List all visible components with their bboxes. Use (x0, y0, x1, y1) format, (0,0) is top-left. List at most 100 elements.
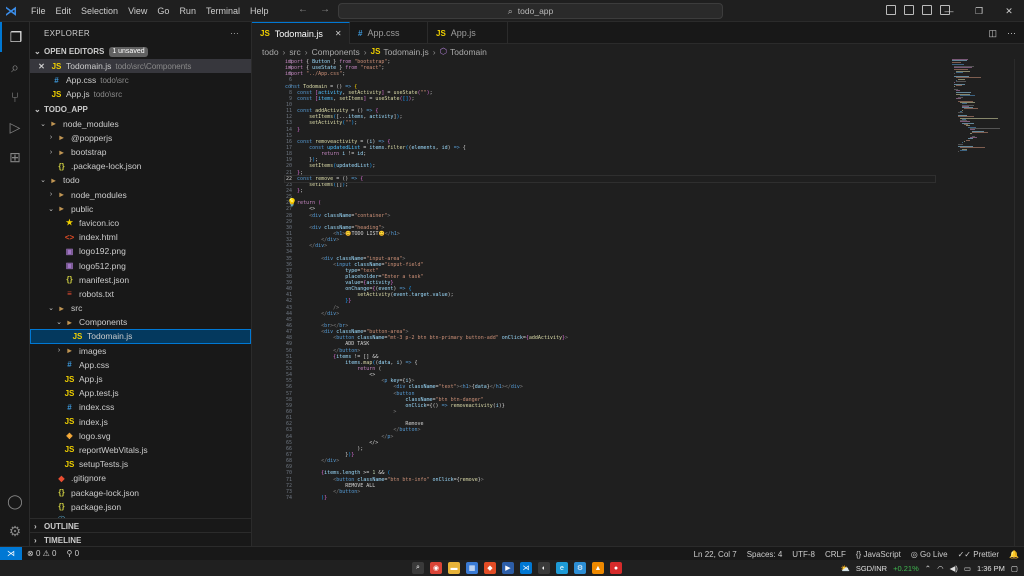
toggle-secondary-sidebar-icon[interactable] (922, 5, 932, 15)
extensions-icon[interactable]: ⊞ (0, 142, 30, 172)
encoding[interactable]: UTF-8 (787, 550, 820, 559)
open-editor-item[interactable]: # App.css todo\src (30, 73, 251, 87)
vertical-scrollbar[interactable] (1014, 59, 1024, 546)
volume-icon[interactable]: ◀) (950, 564, 958, 573)
tree-item[interactable]: ⌄ ▸ public (30, 202, 251, 216)
tree-item[interactable]: ▣ logo192.png (30, 244, 251, 258)
battery-icon[interactable]: ▭ (964, 564, 971, 573)
app-icon[interactable]: ● (610, 562, 622, 574)
tree-item[interactable]: ⌄ ▸ node_modules (30, 117, 251, 131)
tree-item[interactable]: {} package.json (30, 500, 251, 514)
menu-selection[interactable]: Selection (76, 0, 123, 22)
tree-item[interactable]: ▣ logo512.png (30, 258, 251, 272)
run-debug-icon[interactable]: ▷ (0, 112, 30, 142)
edge-app-icon[interactable]: e (556, 562, 568, 574)
wifi-icon[interactable]: ◠ (937, 564, 944, 573)
tree-item[interactable]: JS App.test.js (30, 386, 251, 400)
close-tab-icon[interactable]: ✕ (335, 29, 342, 38)
timeline-header[interactable]: › TIMELINE (30, 533, 251, 546)
tab-todomain-js[interactable]: JS Todomain.js ✕ (252, 22, 350, 44)
clock[interactable]: 1:36 PM (977, 564, 1005, 573)
menu-file[interactable]: File (26, 0, 51, 22)
tree-item[interactable]: {} manifest.json (30, 273, 251, 287)
breadcrumb-src[interactable]: src (289, 47, 300, 57)
store-app-icon[interactable]: ▦ (466, 562, 478, 574)
tree-item[interactable]: {} package-lock.json (30, 485, 251, 499)
remote-indicator-icon[interactable]: ⋊ (0, 546, 22, 561)
project-header[interactable]: ⌄ TODO_APP (30, 102, 251, 117)
stock-widget-icon[interactable]: ⛅ (841, 564, 850, 573)
more-actions-icon[interactable]: ··· (1007, 28, 1016, 39)
tree-item[interactable]: {} .package-lock.json (30, 159, 251, 173)
breadcrumb-components[interactable]: Components (312, 47, 360, 57)
tree-item[interactable]: ◆ .gitignore (30, 471, 251, 485)
tree-item[interactable]: # index.css (30, 400, 251, 414)
indentation[interactable]: Spaces: 4 (742, 550, 788, 559)
breadcrumb-file[interactable]: Todomain.js (383, 47, 428, 57)
tree-item[interactable]: ◈ logo.svg (30, 429, 251, 443)
prettier-status[interactable]: ✓✓ Prettier (953, 550, 1004, 559)
terminal-app-icon[interactable]: ▶ (502, 562, 514, 574)
tree-item[interactable]: ★ favicon.ico (30, 216, 251, 230)
chrome-app-icon[interactable]: ◉ (430, 562, 442, 574)
vscode-app-icon[interactable]: ⋊ (520, 562, 532, 574)
tree-item[interactable]: JS Todomain.js (30, 329, 251, 344)
back-arrow-icon[interactable]: ← (298, 4, 308, 15)
tree-item[interactable]: JS reportWebVitals.js (30, 443, 251, 457)
tab-app-js[interactable]: JS App.js (428, 22, 508, 44)
breadcrumb-todo[interactable]: todo (262, 47, 279, 57)
notifications-bell-icon[interactable]: 🔔 (1004, 550, 1024, 559)
breadcrumb-symbol[interactable]: Todomain (450, 47, 487, 57)
search-view-icon[interactable]: ⌕ (0, 52, 30, 82)
tree-item[interactable]: <> index.html (30, 230, 251, 244)
manage-gear-icon[interactable]: ⚙ (0, 516, 30, 546)
toggle-primary-sidebar-icon[interactable] (886, 5, 896, 15)
tree-item[interactable]: › ▸ node_modules (30, 188, 251, 202)
tree-item[interactable]: JS setupTests.js (30, 457, 251, 471)
command-center-search[interactable]: ⌕ todo_app (338, 3, 723, 19)
open-editor-item[interactable]: JS App.js todo\src (30, 87, 251, 101)
menu-edit[interactable]: Edit (51, 0, 77, 22)
tab-app-css[interactable]: # App.css (350, 22, 428, 44)
tree-item[interactable]: ⌄ ▸ src (30, 301, 251, 315)
close-window-button[interactable]: ✕ (994, 0, 1024, 22)
tree-item[interactable]: › ▸ images (30, 344, 251, 358)
menu-run[interactable]: Run (174, 0, 201, 22)
language-mode[interactable]: {} JavaScript (851, 550, 906, 559)
minimize-button[interactable]: — (934, 0, 964, 22)
app-icon[interactable]: ◐ (538, 562, 550, 574)
open-editor-item[interactable]: ✕ JS Todomain.js todo\src\Components (30, 59, 251, 74)
code-editor[interactable]: 3 4 5 6 7 8 9 10 11 12 13 14 15 16 17 18 19 20 21 22 23 24 25 2… (252, 59, 1024, 546)
tree-item[interactable]: ≡ robots.txt (30, 287, 251, 301)
tree-item[interactable]: › ▸ @popperjs (30, 131, 251, 145)
explorer-icon[interactable]: ❐ (0, 22, 30, 52)
ports-indicator[interactable]: ⚲ 0 (61, 549, 84, 558)
toggle-panel-icon[interactable] (904, 5, 914, 15)
file-explorer-app-icon[interactable]: ▬ (448, 562, 460, 574)
tree-item[interactable]: ⌄ ▸ todo (30, 173, 251, 187)
split-editor-icon[interactable]: ◫ (988, 28, 997, 39)
tree-item[interactable]: ⌄ ▸ Components (30, 315, 251, 329)
code-line[interactable]: )} (285, 495, 945, 501)
settings-app-icon[interactable]: ⚙ (574, 562, 586, 574)
menu-go[interactable]: Go (152, 0, 174, 22)
cursor-position[interactable]: Ln 22, Col 7 (689, 550, 742, 559)
ticker-label[interactable]: SGD/INR (856, 564, 887, 573)
minimap[interactable] (952, 59, 1012, 153)
source-control-icon[interactable]: ⑂ (0, 82, 30, 112)
search-app-icon[interactable]: ⌕ (412, 562, 424, 574)
code-lines[interactable]: import { Button } from "bootstrap"; impor… (284, 59, 945, 501)
menu-terminal[interactable]: Terminal (201, 0, 245, 22)
tree-item[interactable]: JS index.js (30, 415, 251, 429)
account-icon[interactable]: ◯ (0, 486, 30, 516)
chevron-up-icon[interactable]: ⌃ (925, 564, 931, 573)
tree-item[interactable]: JS App.js (30, 372, 251, 386)
notifications-icon[interactable]: ▢ (1011, 564, 1018, 573)
forward-arrow-icon[interactable]: → (320, 4, 330, 15)
go-live-button[interactable]: ◎ Go Live (906, 550, 953, 559)
more-actions-icon[interactable]: ··· (230, 29, 239, 38)
menu-help[interactable]: Help (245, 0, 274, 22)
tree-item[interactable]: # App.css (30, 358, 251, 372)
menu-view[interactable]: View (123, 0, 152, 22)
problems-indicator[interactable]: ⊗ 0 ⚠ 0 (22, 549, 61, 558)
